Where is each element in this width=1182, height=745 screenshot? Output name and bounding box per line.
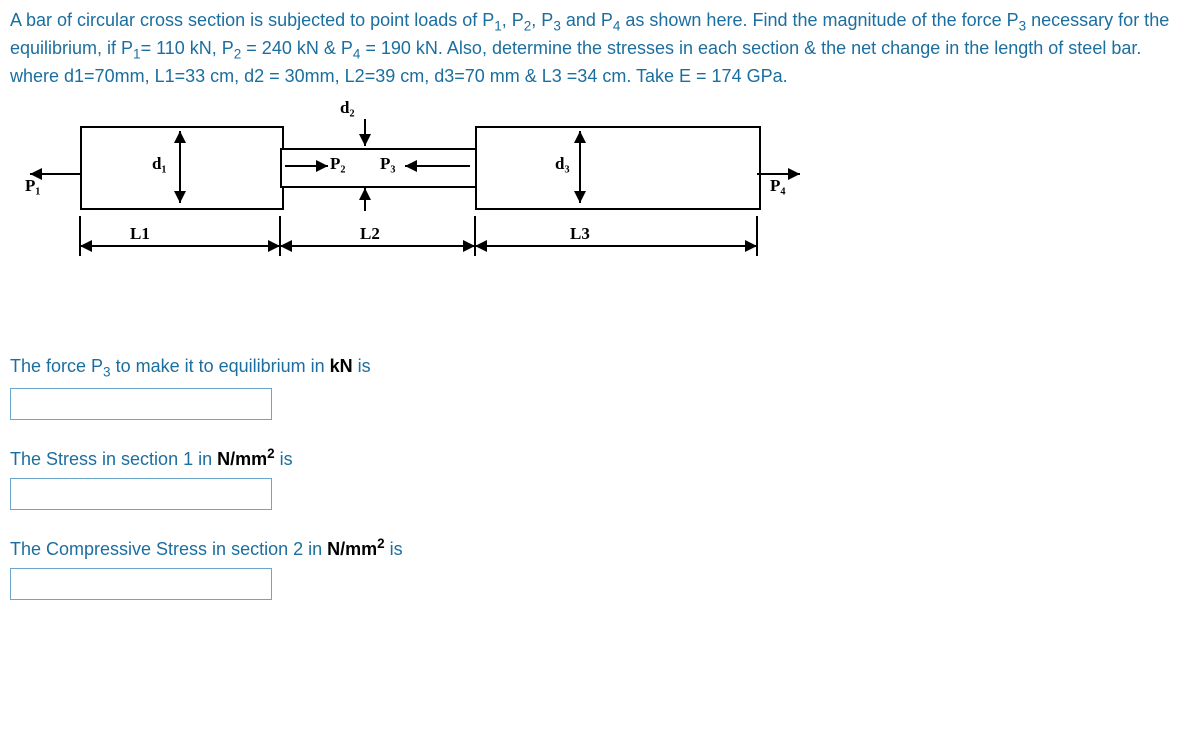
problem-statement: A bar of circular cross section is subje…	[10, 8, 1172, 88]
question-3: The Compressive Stress in section 2 in N…	[10, 536, 1172, 560]
bar-diagram: d₁ d₂ d₃ P₁ P₂ P₃ P₄ L1 L2 L3	[10, 96, 810, 326]
label-l2: L2	[360, 224, 380, 244]
label-p1: P₁	[25, 176, 40, 196]
diagram-arrows	[10, 96, 810, 326]
unit: N/mm	[327, 539, 377, 559]
text: is	[385, 539, 403, 559]
answer-input-stress1[interactable]	[10, 478, 272, 510]
label-p2: P₂	[330, 154, 345, 174]
text: The Compressive Stress in section 2 in	[10, 539, 327, 559]
question-2: The Stress in section 1 in N/mm2 is	[10, 446, 1172, 470]
unit: kN	[330, 356, 353, 376]
text: = 110 kN, P	[141, 38, 234, 58]
label-d2: d₂	[340, 98, 355, 118]
question-1: The force P3 to make it to equilibrium i…	[10, 356, 1172, 380]
answer-input-p3[interactable]	[10, 388, 272, 420]
label-d3: d₃	[555, 154, 570, 174]
label-p4: P₄	[770, 176, 785, 196]
text: as shown here. Find the magnitude of the…	[620, 10, 1018, 30]
label-d1: d₁	[152, 154, 167, 174]
unit: N/mm	[217, 449, 267, 469]
text: to make it to equilibrium in	[111, 356, 330, 376]
text: is	[275, 449, 293, 469]
text: The force P	[10, 356, 103, 376]
text: is	[353, 356, 371, 376]
label-p3: P₃	[380, 154, 395, 174]
text: The Stress in section 1 in	[10, 449, 217, 469]
text: = 240 kN & P	[241, 38, 353, 58]
label-l3: L3	[570, 224, 590, 244]
answer-input-stress2[interactable]	[10, 568, 272, 600]
text: A bar of circular cross section is subje…	[10, 10, 494, 30]
label-l1: L1	[130, 224, 150, 244]
